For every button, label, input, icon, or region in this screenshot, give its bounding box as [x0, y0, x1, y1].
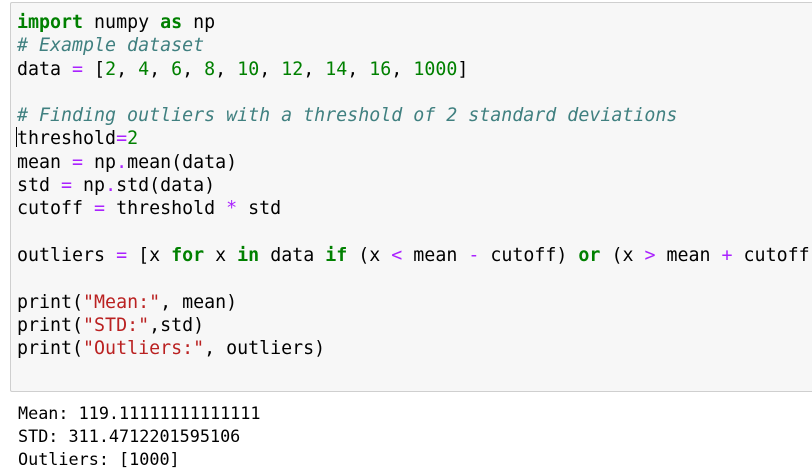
code-token: mean(data) — [127, 151, 238, 173]
code-token: - — [468, 244, 480, 266]
notebook: import numpy as np # Example dataset data … — [0, 0, 812, 475]
code-token: = — [72, 151, 84, 173]
code-line: threshold=2 — [16, 127, 812, 150]
code-token: 2 — [127, 128, 139, 150]
code-token: ( — [72, 314, 84, 336]
code-token: mean — [17, 151, 73, 173]
code-token: > — [644, 244, 656, 266]
code-token: data — [17, 58, 73, 80]
code-token: "Outliers:" — [83, 338, 205, 360]
code-token: 14 — [325, 58, 348, 80]
code-token: 16 — [369, 58, 392, 80]
cell-output: Mean: 119.11111111111111 STD: 311.4712201… — [18, 402, 260, 471]
code-token: = — [94, 198, 106, 220]
code-token: (x — [347, 244, 392, 266]
code-token: threshold — [17, 128, 117, 150]
code-token: , — [347, 58, 370, 80]
code-token: * — [226, 198, 238, 220]
code-token: 4 — [138, 58, 150, 80]
code-token: np — [83, 151, 117, 173]
code-token: , — [391, 58, 414, 80]
code-token: , — [149, 58, 172, 80]
code-token: as — [160, 12, 183, 33]
code-token: . — [105, 175, 117, 197]
code-token: cutoff)] — [743, 244, 812, 266]
code-token: , — [303, 58, 326, 80]
code-token: , — [182, 58, 205, 80]
code-token: numpy — [83, 12, 161, 33]
code-token: , mean) — [160, 291, 238, 313]
code-line: std = np.std(data) — [17, 174, 812, 197]
output-line: STD: 311.4712201595106 — [18, 426, 241, 446]
code-token: outliers — [17, 244, 117, 266]
code-token: mean — [402, 244, 469, 266]
code-token: = — [72, 58, 84, 80]
code-token: std(data) — [116, 175, 216, 197]
code-editor[interactable]: import numpy as np # Example dataset data … — [16, 11, 812, 360]
code-token: ,std) — [149, 314, 205, 336]
code-line: print("Outliers:", outliers) — [17, 337, 812, 360]
code-token: = — [116, 244, 128, 266]
code-token: (x — [600, 244, 645, 266]
code-token: "STD:" — [83, 314, 150, 336]
code-cell[interactable]: import numpy as np # Example dataset data … — [10, 2, 812, 392]
code-token: + — [721, 244, 733, 266]
code-token: , — [215, 58, 238, 80]
code-token: "Mean:" — [83, 291, 161, 313]
code-token: x — [204, 244, 238, 266]
code-token: . — [116, 151, 128, 173]
code-token: print — [17, 291, 73, 313]
code-token: # Example dataset — [17, 35, 205, 57]
code-line: data = [2, 4, 6, 8, 10, 12, 14, 16, 1000… — [17, 58, 812, 81]
code-token: import — [17, 12, 84, 33]
code-token: std — [17, 175, 62, 197]
code-token: print — [17, 338, 73, 360]
output-line: Outliers: [1000] — [18, 449, 180, 469]
code-token: in — [237, 244, 260, 266]
code-token: mean — [655, 244, 722, 266]
code-token: for — [171, 244, 205, 266]
code-token: 1000 — [413, 58, 458, 80]
code-token: 2 — [105, 58, 117, 80]
code-line: print("Mean:", mean) — [17, 291, 812, 314]
code-token: ] — [457, 58, 469, 80]
code-token: ( — [72, 291, 84, 313]
code-token: # Finding outliers with a threshold of 2… — [17, 105, 678, 127]
code-token: np — [72, 175, 106, 197]
code-token: , — [259, 58, 282, 80]
code-token: cutoff — [17, 198, 95, 220]
code-token: = — [116, 128, 128, 150]
code-line: cutoff = threshold * std — [17, 197, 812, 220]
code-line: import numpy as np — [17, 11, 812, 34]
code-token: , — [116, 58, 139, 80]
code-token: or — [578, 244, 601, 266]
code-token: cutoff) — [479, 244, 579, 266]
code-token: 6 — [171, 58, 183, 80]
code-line: print("STD:",std) — [17, 314, 812, 337]
code-token: ( — [72, 338, 84, 360]
code-token: 12 — [281, 58, 304, 80]
code-line: outliers = [x for x in data if (x < mean… — [17, 244, 812, 267]
code-token: [ — [83, 58, 106, 80]
code-line: mean = np.mean(data) — [17, 151, 812, 174]
code-token: = — [61, 175, 73, 197]
code-token: print — [17, 314, 73, 336]
code-token: < — [391, 244, 403, 266]
code-token: , outliers) — [204, 338, 326, 360]
code-token: [x — [127, 244, 172, 266]
code-token: 8 — [204, 58, 216, 80]
output-line: Mean: 119.11111111111111 — [18, 403, 261, 423]
code-token: 10 — [237, 58, 260, 80]
code-line: # Finding outliers with a threshold of 2… — [17, 104, 812, 127]
code-line: # Example dataset — [17, 34, 812, 57]
code-token: data — [259, 244, 326, 266]
code-token: threshold — [105, 198, 227, 220]
code-token: std — [237, 198, 282, 220]
code-token: if — [325, 244, 348, 266]
code-token: np — [182, 12, 216, 33]
